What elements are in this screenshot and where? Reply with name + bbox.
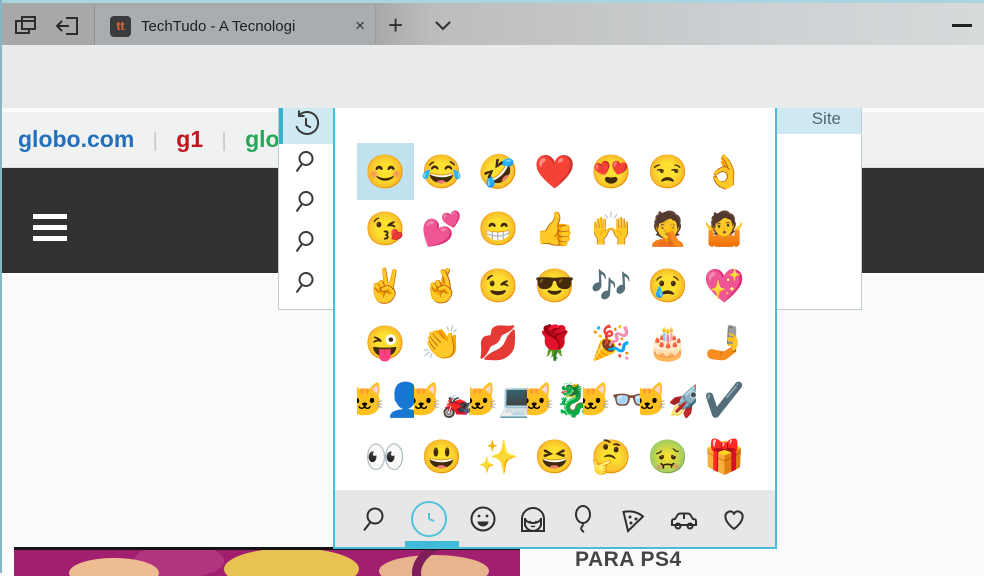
emoji-category-bar [335,490,775,547]
tab-preview-icon[interactable] [13,13,39,39]
emoji-facepalm[interactable]: 🤦 [640,200,697,257]
emoji-category-people-icon[interactable] [518,504,548,534]
article-headline[interactable]: PARA PS4 [575,548,682,572]
emoji-winking-face[interactable]: 😉 [470,257,527,314]
emoji-category-car-icon[interactable] [669,504,699,534]
emoji-grid: 😊 😂 🤣 ❤️ 😍 😒 👌 😘 💕 😁 👍 🙌 🤦 🤷 ✌️ 🤞 😉 😎 🎶 😢 💖 😜 👏 💋 🌹 🎉 🎂 🤳 🐱‍👤 🐱‍🏍 🐱‍💻 🐱… [357,143,755,485]
history-icon[interactable] [292,110,320,138]
emoji-ok-hand[interactable]: 👌 [696,143,753,200]
minimize-button[interactable] [948,15,976,35]
emoji-gift[interactable]: 🎁 [696,428,753,485]
emoji-hipster-cat[interactable]: 🐱‍👓 [583,371,640,428]
emoji-category-heart-icon[interactable] [719,504,749,534]
tab-close-icon[interactable]: × [355,6,365,46]
tab-favicon: tt [110,16,131,37]
link-globo-com[interactable]: globo.com [18,126,134,152]
emoji-picker-panel: 😊 😂 🤣 ❤️ 😍 😒 👌 😘 💕 😁 👍 🙌 🤦 🤷 ✌️ 🤞 😉 😎 🎶 😢 💖 😜 👏 💋 🌹 🎉 🎂 🤳 🐱‍👤 🐱‍🏍 🐱‍💻 🐱… [333,96,777,549]
emoji-nauseated-face[interactable]: 🤢 [640,428,697,485]
emoji-party-popper[interactable]: 🎉 [583,314,640,371]
emoji-red-heart[interactable]: ❤️ [527,143,584,200]
emoji-thumbs-up[interactable]: 👍 [527,200,584,257]
search-icon[interactable] [295,270,319,294]
emoji-selfie[interactable]: 🤳 [696,314,753,371]
emoji-victory-hand[interactable]: ✌️ [357,257,414,314]
link-separator: | [152,130,158,152]
emoji-musical-notes[interactable]: 🎶 [583,257,640,314]
emoji-tears-of-joy[interactable]: 😂 [414,143,471,200]
emoji-check-mark[interactable]: ✔️ [696,371,753,428]
emoji-eyes[interactable]: 👀 [357,428,414,485]
emoji-sunglasses-face[interactable]: 😎 [527,257,584,314]
emoji-shrug[interactable]: 🤷 [696,200,753,257]
emoji-heart-eyes[interactable]: 😍 [583,143,640,200]
window-border [0,0,2,573]
tab-techtudo[interactable]: tt TechTudo - A Tecnologi × [95,6,376,48]
emoji-unamused[interactable]: 😒 [640,143,697,200]
emoji-grinning-face[interactable]: 😃 [414,428,471,485]
emoji-smiling-face-smiling-eyes[interactable]: 😊 [357,143,414,200]
emoji-rofl[interactable]: 🤣 [470,143,527,200]
link-separator: | [221,130,227,152]
set-tabs-aside-icon[interactable] [54,13,80,39]
emoji-astro-cat[interactable]: 🐱‍🚀 [640,371,697,428]
emoji-two-hearts[interactable]: 💕 [414,200,471,257]
emoji-birthday-cake[interactable]: 🎂 [640,314,697,371]
emoji-crying-face[interactable]: 😢 [640,257,697,314]
navigation-bar [0,45,984,108]
emoji-clapping-hands[interactable]: 👏 [414,314,471,371]
emoji-raising-hands[interactable]: 🙌 [583,200,640,257]
hamburger-menu-icon[interactable] [33,214,67,241]
active-category-indicator [405,541,459,547]
emoji-category-balloon-icon[interactable] [568,504,598,534]
emoji-dino-cat[interactable]: 🐱‍🐉 [527,371,584,428]
emoji-category-pizza-icon[interactable] [618,504,648,534]
emoji-sparkling-heart[interactable]: 💖 [696,257,753,314]
search-icon[interactable] [295,189,319,213]
emoji-crossed-fingers[interactable]: 🤞 [414,257,471,314]
emoji-blowing-kiss[interactable]: 😘 [357,200,414,257]
emoji-category-recent-icon[interactable] [411,500,448,537]
emoji-hacker-cat[interactable]: 🐱‍💻 [470,371,527,428]
new-tab-button[interactable]: + [388,4,403,46]
emoji-thinking-face[interactable]: 🤔 [583,428,640,485]
emoji-ninja-cat[interactable]: 🐱‍👤 [357,371,414,428]
emoji-category-smileys-icon[interactable] [468,504,498,534]
emoji-kiss-mark[interactable]: 💋 [470,314,527,371]
article-thumbnail[interactable] [14,547,520,576]
emoji-squinting-laugh[interactable]: 😆 [527,428,584,485]
tab-title: TechTudo - A Tecnologi [141,18,296,35]
tab-bar: tt TechTudo - A Tecnologi × + [0,0,984,48]
link-g1[interactable]: g1 [176,126,203,152]
emoji-stunt-cat[interactable]: 🐱‍🏍 [414,371,471,428]
emoji-rose[interactable]: 🌹 [527,314,584,371]
emoji-beaming-face[interactable]: 😁 [470,200,527,257]
search-icon[interactable] [295,229,319,253]
emoji-sparkles[interactable]: ✨ [470,428,527,485]
search-icon[interactable] [295,149,319,173]
chevron-down-icon[interactable] [434,20,452,31]
emoji-winking-tongue[interactable]: 😜 [357,314,414,371]
emoji-category-search-icon[interactable] [361,504,391,534]
